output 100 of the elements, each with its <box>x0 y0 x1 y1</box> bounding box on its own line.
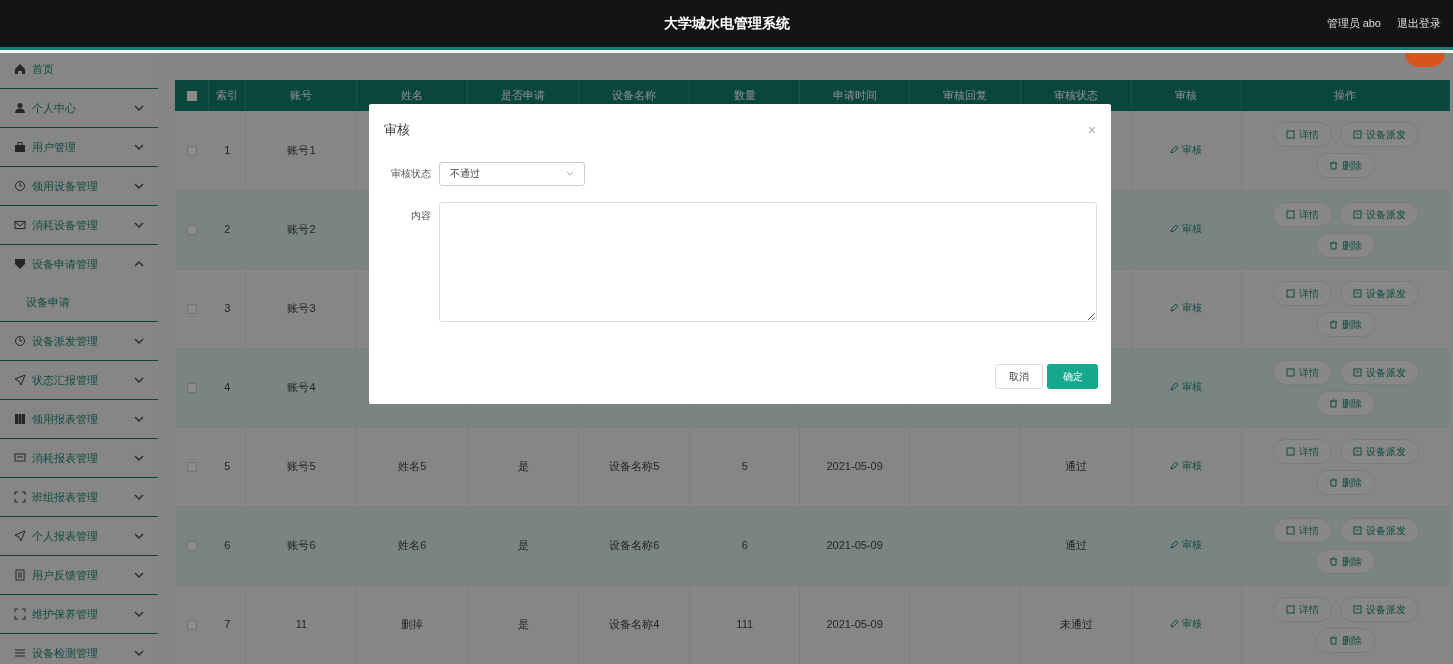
details-button[interactable]: 详情 <box>1272 280 1332 306</box>
table-cell: 6 <box>209 506 246 585</box>
column-header: 账号 <box>290 89 313 102</box>
sidebar-item[interactable]: 个人中心 <box>0 89 158 127</box>
review-link[interactable]: 审核 <box>1170 537 1203 553</box>
row-checkbox[interactable] <box>187 225 197 236</box>
select-all-checkbox[interactable] <box>186 91 197 102</box>
sidebar-item[interactable]: 个人报表管理 <box>0 517 158 555</box>
clock-icon <box>14 180 26 192</box>
trash-icon <box>1329 240 1339 250</box>
table-cell: 删掉 <box>356 585 468 664</box>
pencil-icon <box>1170 145 1180 154</box>
sidebar-item[interactable]: 状态汇报管理 <box>0 361 158 399</box>
dispatch-button[interactable]: 设备派发 <box>1339 438 1419 464</box>
dispatch-button[interactable]: 设备派发 <box>1339 596 1419 622</box>
table-cell: 2 <box>209 190 246 269</box>
list-icon <box>14 647 26 659</box>
sidebar-item[interactable]: 领用报表管理 <box>0 400 158 438</box>
delete-button[interactable]: 删除 <box>1316 548 1376 574</box>
table-cell: 是 <box>467 506 579 585</box>
square-icon <box>1285 367 1295 377</box>
square-icon <box>1285 446 1295 456</box>
dispatch-button[interactable]: 设备派发 <box>1339 201 1419 227</box>
confirm-button[interactable]: 确定 <box>1047 363 1098 389</box>
logout-link[interactable]: 退出登录 <box>1397 15 1441 32</box>
row-checkbox[interactable] <box>187 620 197 631</box>
table-cell: 5 <box>689 427 800 506</box>
form-icon <box>1352 209 1362 219</box>
chevron-down-icon <box>566 171 574 176</box>
table-cell: 3 <box>209 269 246 348</box>
sidebar-item[interactable]: 首页 <box>0 50 158 88</box>
table-cell: 2021-05-09 <box>799 585 910 664</box>
details-button[interactable]: 详情 <box>1272 596 1332 622</box>
square-icon <box>1285 209 1295 219</box>
document-icon <box>14 569 26 581</box>
dispatch-button[interactable]: 设备派发 <box>1339 359 1419 385</box>
sidebar-item[interactable]: 维护保养管理 <box>0 595 158 633</box>
paper-plane-icon <box>14 374 26 386</box>
form-icon <box>1352 130 1362 140</box>
table-cell: 账号6 <box>245 506 357 585</box>
status-select[interactable]: 不通过 <box>439 161 585 186</box>
row-checkbox[interactable] <box>187 146 197 157</box>
table-cell: 通过 <box>1020 427 1132 506</box>
row-checkbox[interactable] <box>187 462 197 473</box>
trash-icon <box>1329 161 1339 171</box>
pencil-icon <box>1170 382 1180 392</box>
table-cell: 4 <box>209 348 246 427</box>
close-button[interactable]: × <box>1087 122 1096 137</box>
square-icon <box>1285 288 1295 298</box>
paper-plane-icon <box>14 530 26 542</box>
table-cell: 2021-05-09 <box>799 506 910 585</box>
frame-icon <box>14 608 26 620</box>
review-link[interactable]: 审核 <box>1170 142 1203 157</box>
delete-button[interactable]: 删除 <box>1316 311 1376 337</box>
details-button[interactable]: 详情 <box>1272 122 1332 148</box>
review-link[interactable]: 审核 <box>1170 300 1203 316</box>
table-cell: 设备名称6 <box>578 506 690 585</box>
column-header: 审核 <box>1175 89 1198 102</box>
dispatch-button[interactable]: 设备派发 <box>1339 122 1419 148</box>
row-checkbox[interactable] <box>187 541 197 552</box>
review-link[interactable]: 审核 <box>1170 458 1203 474</box>
person-icon <box>14 102 26 114</box>
sidebar-item[interactable]: 班组报表管理 <box>0 478 158 516</box>
details-button[interactable]: 详情 <box>1272 517 1332 543</box>
sidebar-item[interactable]: 消耗设备管理 <box>0 206 158 244</box>
details-button[interactable]: 详情 <box>1272 201 1332 227</box>
delete-button[interactable]: 删除 <box>1316 232 1376 258</box>
sidebar-item[interactable]: 消耗报表管理 <box>0 439 158 477</box>
review-link[interactable]: 审核 <box>1170 616 1203 632</box>
delete-button[interactable]: 删除 <box>1316 469 1376 495</box>
table-cell: 7 <box>209 585 246 664</box>
sidebar-subitem[interactable]: 设备申请 <box>0 283 158 321</box>
add-button[interactable] <box>1405 53 1445 67</box>
delete-button[interactable]: 删除 <box>1316 627 1376 653</box>
table-cell: 姓名6 <box>356 506 468 585</box>
review-link[interactable]: 审核 <box>1170 221 1203 237</box>
details-button[interactable]: 详情 <box>1272 359 1332 385</box>
column-header: 姓名 <box>401 89 424 102</box>
sidebar-item[interactable]: 用户管理 <box>0 128 158 166</box>
sidebar-item[interactable]: 设备申请管理 <box>0 245 158 283</box>
sidebar-item[interactable]: 领用设备管理 <box>0 167 158 205</box>
row-checkbox[interactable] <box>187 383 197 394</box>
details-button[interactable]: 详情 <box>1272 438 1332 464</box>
content-textarea[interactable] <box>439 201 1097 322</box>
delete-button[interactable]: 删除 <box>1316 153 1376 179</box>
dispatch-button[interactable]: 设备派发 <box>1339 517 1419 543</box>
sidebar-item[interactable]: 设备派发管理 <box>0 322 158 360</box>
row-checkbox[interactable] <box>187 304 197 315</box>
square-icon <box>1285 525 1295 535</box>
square-icon <box>1285 130 1295 140</box>
dispatch-button[interactable]: 设备派发 <box>1339 280 1419 306</box>
delete-button[interactable]: 删除 <box>1316 390 1376 416</box>
trash-icon <box>1329 398 1339 408</box>
sidebar-item[interactable]: 用户反馈管理 <box>0 556 158 594</box>
column-header: 索引 <box>216 89 239 102</box>
review-link[interactable]: 审核 <box>1170 379 1203 395</box>
sidebar-item[interactable]: 设备检测管理 <box>0 634 158 664</box>
app-title: 大学城水电管理系统 <box>663 14 790 33</box>
frame-icon <box>14 491 26 503</box>
cancel-button[interactable]: 取消 <box>995 363 1043 389</box>
